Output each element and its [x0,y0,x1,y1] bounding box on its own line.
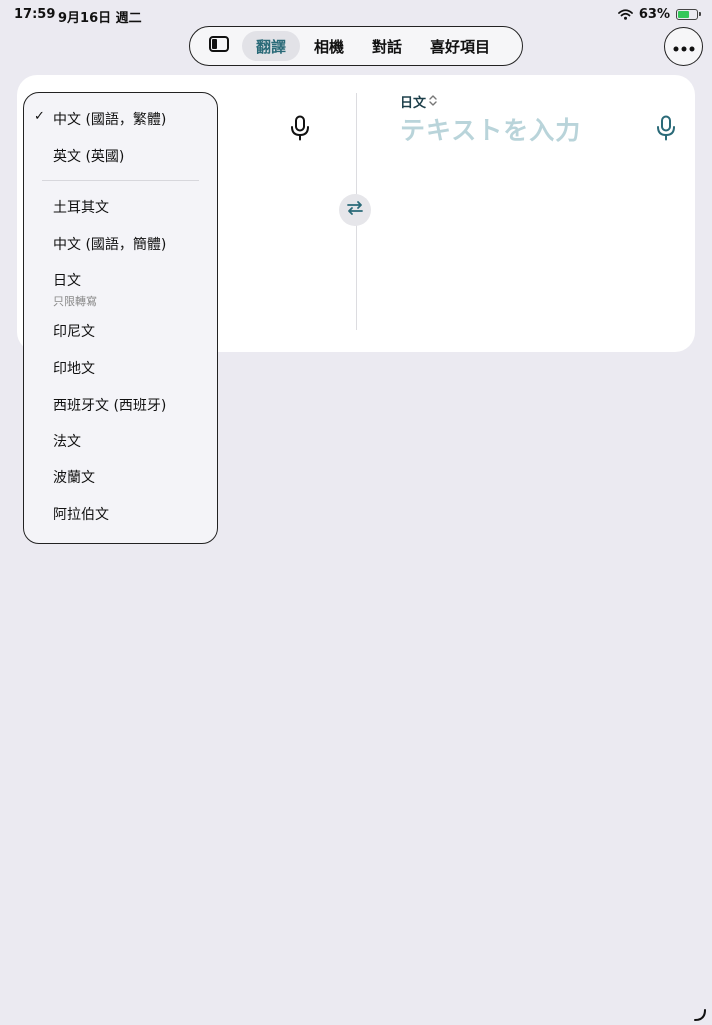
sidebar-toggle-button[interactable] [196,31,242,61]
menu-item-label: 土耳其文 [53,200,109,216]
menu-item-label: 法文 [53,434,81,450]
menu-item-label: 中文 (國語，簡體) [53,237,167,253]
wifi-icon [617,9,633,20]
tab-camera[interactable]: 相機 [300,31,358,61]
menu-item-japanese[interactable]: 日文 只限轉寫 [24,270,217,309]
menu-item-hindi[interactable]: 印地文 [24,358,217,378]
target-language-label: 日文 [400,96,427,111]
menu-item-sublabel: 只限轉寫 [53,295,97,308]
menu-item-indonesian[interactable]: 印尼文 [24,321,217,341]
menu-item-turkish[interactable]: 土耳其文 [24,197,217,217]
tab-conversation[interactable]: 對話 [358,31,416,61]
menu-item-label: 日文 [53,273,81,289]
menu-item-label: 英文 (英國) [53,149,125,165]
tab-favorites[interactable]: 喜好項目 [416,31,504,61]
chevron-up-down-icon [429,94,437,109]
battery-percent: 63% [638,7,670,22]
menu-item-french[interactable]: 法文 [24,431,217,451]
target-text-input[interactable]: テキストを入力 [400,111,581,147]
language-menu: ✓ 中文 (國語，繁體) 英文 (英國) 土耳其文 中文 (國語，簡體) 日文 … [23,92,218,544]
swap-arrows-icon [346,200,364,220]
sidebar-icon [209,36,229,56]
menu-item-chinese-simplified[interactable]: 中文 (國語，簡體) [24,234,217,254]
menu-item-label: 波蘭文 [53,470,95,486]
status-date: 9月16日 週二 [58,11,142,26]
menu-separator [42,180,199,181]
source-microphone-button[interactable] [289,115,311,145]
tab-translate[interactable]: 翻譯 [242,31,301,61]
more-button[interactable] [664,27,703,66]
status-time: 17:59 [14,7,56,22]
menu-item-arabic[interactable]: 阿拉伯文 [24,504,217,524]
menu-item-label: 阿拉伯文 [53,507,109,523]
battery-icon [676,9,701,20]
battery-level [678,11,689,18]
microphone-icon [289,115,311,145]
status-indicators: 63% [617,7,701,22]
menu-item-polish[interactable]: 波蘭文 [24,467,217,487]
menu-item-english-uk[interactable]: 英文 (英國) [24,146,217,166]
tab-bar: 翻譯 相機 對話 喜好項目 [189,26,523,66]
resize-corner-icon [694,1006,706,1021]
menu-item-label: 西班牙文 (西班牙) [53,398,167,414]
microphone-icon [655,115,677,145]
ellipsis-icon [673,37,695,56]
menu-item-chinese-traditional[interactable]: ✓ 中文 (國語，繁體) [24,109,217,129]
swap-languages-button[interactable] [339,194,371,226]
menu-item-spanish-spain[interactable]: 西班牙文 (西班牙) [24,395,217,415]
menu-item-label: 中文 (國語，繁體) [53,112,167,128]
target-language-selector[interactable]: 日文 [400,92,437,111]
target-microphone-button[interactable] [655,115,677,145]
checkmark-icon: ✓ [34,109,45,124]
menu-item-label: 印地文 [53,361,95,377]
menu-item-label: 印尼文 [53,324,95,340]
